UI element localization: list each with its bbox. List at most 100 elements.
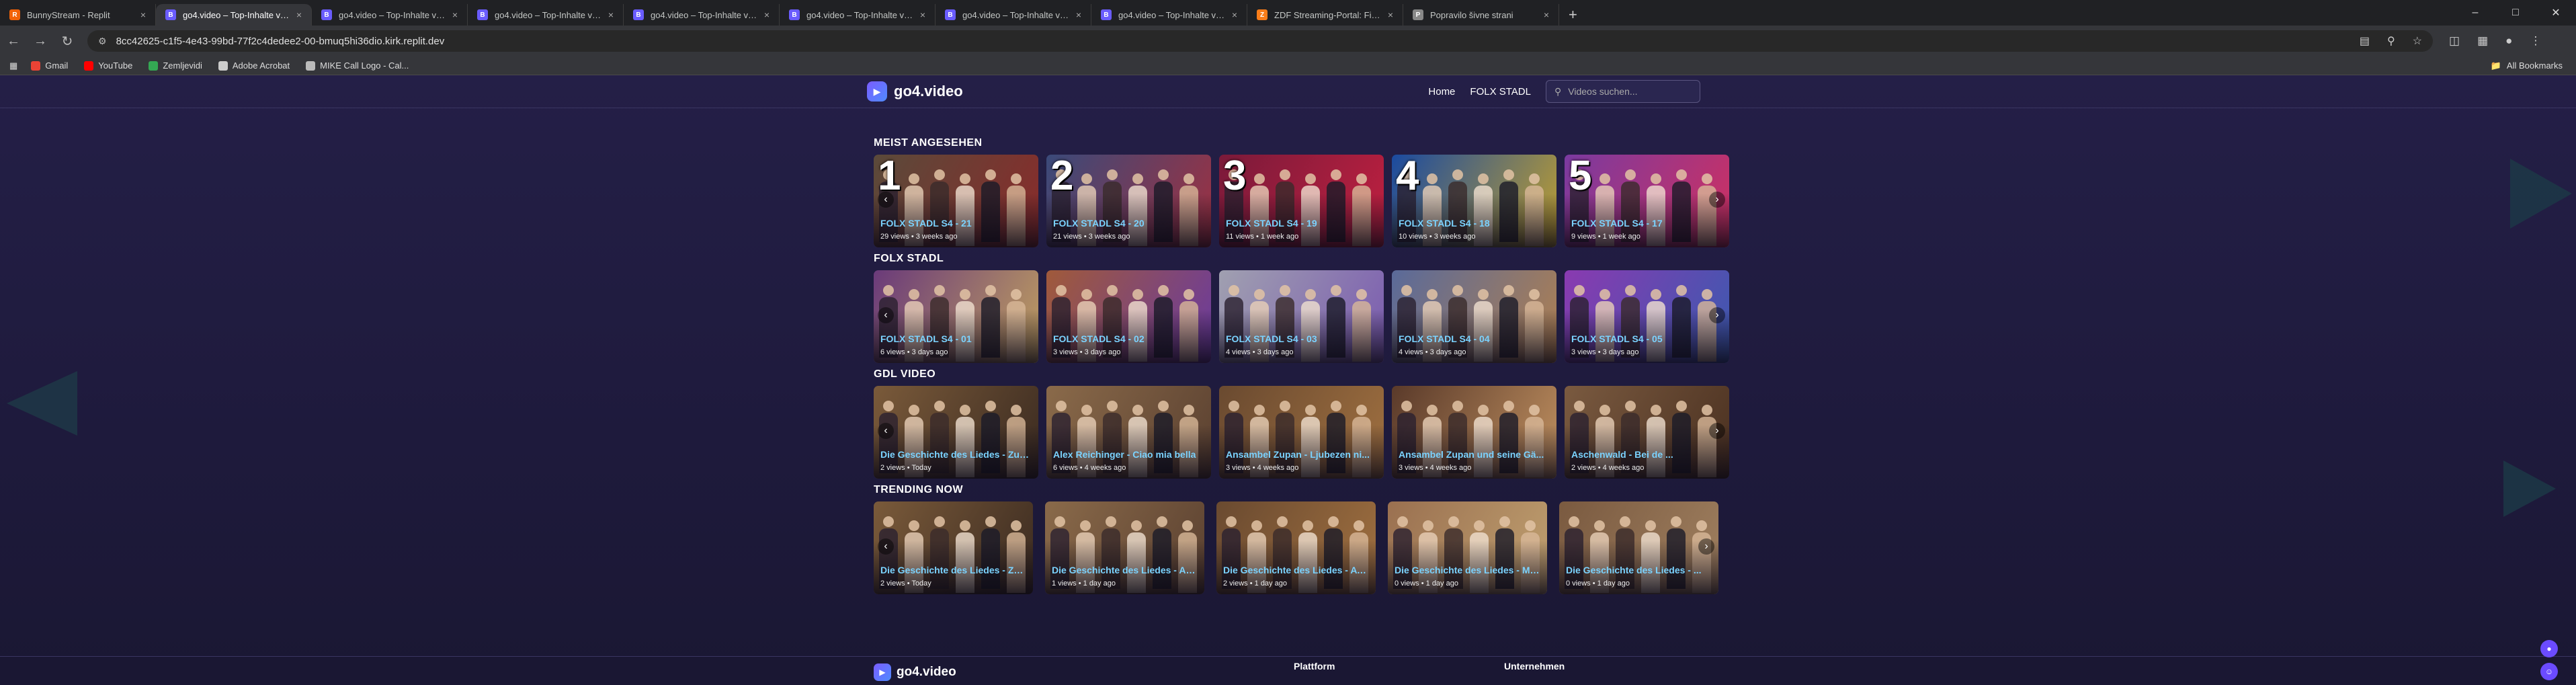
- video-card[interactable]: Die Geschichte des Liedes - Ale... 1 view…: [1045, 501, 1204, 594]
- video-title[interactable]: Ansambel Zupan - Ljubezen ni...: [1226, 449, 1377, 460]
- tab-close-icon[interactable]: ×: [920, 9, 925, 20]
- video-title[interactable]: FOLX STADL S4 - 18: [1399, 218, 1550, 229]
- video-section: GDL VIDEO Die Geschichte des Liedes - Zup…: [874, 368, 1729, 479]
- browser-tab[interactable]: P Popravilo šivne strani ×: [1403, 4, 1559, 26]
- tab-close-icon[interactable]: ×: [1544, 9, 1549, 20]
- tab-title: BunnyStream - Replit: [27, 9, 110, 20]
- tab-close-icon[interactable]: ×: [1232, 9, 1237, 20]
- video-title[interactable]: Alex Reichinger - Ciao mia bella: [1053, 449, 1204, 460]
- chat-widget-icon[interactable]: ●: [2540, 640, 2558, 657]
- browser-tab[interactable]: Bgo4.video – Top-Inhalte von Fo ×: [780, 4, 936, 26]
- video-title[interactable]: FOLX STADL S4 - 05: [1571, 333, 1722, 344]
- bookmark-item[interactable]: MIKE Call Logo - Cal...: [306, 61, 409, 71]
- video-card[interactable]: FOLX STADL S4 - 04 4 views • 3 days ago: [1392, 270, 1556, 363]
- browser-tab[interactable]: Bgo4.video – Top-Inhalte von Fo ×: [156, 4, 312, 26]
- video-card[interactable]: 5 FOLX STADL S4 - 17 9 views • 1 week ago ›: [1565, 155, 1729, 247]
- bookmark-item[interactable]: YouTube: [84, 61, 132, 71]
- carousel-prev-icon[interactable]: ‹: [878, 423, 894, 439]
- video-card[interactable]: Die Geschichte des Liedes - Mol... 0 view…: [1388, 501, 1547, 594]
- video-card[interactable]: Die Geschichte des Liedes - Zupan 2 views…: [874, 501, 1033, 594]
- video-title[interactable]: FOLX STADL S4 - 01: [880, 333, 1032, 344]
- video-title[interactable]: FOLX STADL S4 - 04: [1399, 333, 1550, 344]
- star-icon[interactable]: ☆: [2413, 34, 2422, 48]
- video-card[interactable]: FOLX STADL S4 - 02 3 views • 3 days ago: [1046, 270, 1211, 363]
- nav-home[interactable]: Home: [1428, 86, 1455, 97]
- video-card[interactable]: Ansambel Zupan und seine Gä... 3 views • …: [1392, 386, 1556, 479]
- apps-icon[interactable]: ▦: [9, 61, 17, 71]
- tab-close-icon[interactable]: ×: [140, 9, 146, 20]
- search-input[interactable]: ⚲ Videos suchen...: [1546, 80, 1700, 103]
- forward-icon[interactable]: →: [27, 34, 54, 49]
- video-title[interactable]: Ansambel Zupan und seine Gä...: [1399, 449, 1550, 460]
- video-title[interactable]: FOLX STADL S4 - 17: [1571, 218, 1722, 229]
- video-title[interactable]: FOLX STADL S4 - 21: [880, 218, 1032, 229]
- video-title[interactable]: Die Geschichte des Liedes - Zupan: [880, 565, 1026, 575]
- video-card[interactable]: Die Geschichte des Liedes - Zupan 2 views…: [874, 386, 1038, 479]
- minimize-button[interactable]: –: [2455, 0, 2495, 26]
- video-card[interactable]: FOLX STADL S4 - 01 6 views • 3 days ago ‹: [874, 270, 1038, 363]
- carousel-next-icon[interactable]: ›: [1709, 423, 1725, 439]
- browser-tab[interactable]: Bgo4.video – Top-Inhalte von Fo ×: [1091, 4, 1247, 26]
- back-icon[interactable]: ←: [0, 34, 27, 49]
- video-card[interactable]: 1 FOLX STADL S4 - 21 29 views • 3 weeks ag…: [874, 155, 1038, 247]
- carousel-prev-icon[interactable]: ‹: [878, 307, 894, 323]
- video-title[interactable]: FOLX STADL S4 - 19: [1226, 218, 1377, 229]
- video-title[interactable]: Die Geschichte des Liedes - ...: [1566, 565, 1712, 575]
- video-card[interactable]: 3 FOLX STADL S4 - 19 11 views • 1 week ago: [1219, 155, 1384, 247]
- url-field[interactable]: ⚙ 8cc42625-c1f5-4e43-99bd-77f2c4dedee2-0…: [87, 30, 2433, 52]
- browser-tab[interactable]: Bgo4.video – Top-Inhalte von Fo ×: [624, 4, 780, 26]
- new-tab-button[interactable]: +: [1559, 4, 1587, 26]
- site-info-icon[interactable]: ⚙: [98, 36, 107, 47]
- bookmark-item[interactable]: Zemljevidi: [149, 61, 202, 71]
- tab-close-icon[interactable]: ×: [608, 9, 614, 20]
- zoom-icon[interactable]: ⚲: [2387, 34, 2395, 48]
- video-title[interactable]: FOLX STADL S4 - 03: [1226, 333, 1377, 344]
- browser-tab[interactable]: Bgo4.video – Top-Inhalte von Fo ×: [312, 4, 468, 26]
- video-title[interactable]: Die Geschichte des Liedes - Ave...: [1223, 565, 1369, 575]
- browser-tab[interactable]: R BunnyStream - Replit ×: [0, 4, 156, 26]
- assistant-widget-icon[interactable]: ☺: [2540, 663, 2558, 680]
- video-title[interactable]: FOLX STADL S4 - 20: [1053, 218, 1204, 229]
- video-card[interactable]: 4 FOLX STADL S4 - 18 10 views • 3 weeks ag…: [1392, 155, 1556, 247]
- video-card[interactable]: Die Geschichte des Liedes - ... 0 views •…: [1559, 501, 1718, 594]
- tab-close-icon[interactable]: ×: [764, 9, 770, 20]
- video-title[interactable]: Die Geschichte des Liedes - Ale...: [1052, 565, 1198, 575]
- extensions-icon[interactable]: ◫: [2449, 34, 2460, 48]
- carousel-next-icon[interactable]: ›: [1698, 538, 1714, 555]
- tab-close-icon[interactable]: ×: [296, 9, 302, 20]
- tab-close-icon[interactable]: ×: [1388, 9, 1393, 20]
- bookmark-item[interactable]: Adobe Acrobat: [218, 61, 290, 71]
- footer-logo[interactable]: ▶ go4.video: [874, 663, 956, 681]
- site-logo[interactable]: ▶ go4.video: [867, 81, 963, 102]
- cast-icon[interactable]: ▤: [2360, 34, 2370, 48]
- video-title[interactable]: Aschenwald - Bei de ...: [1571, 449, 1722, 460]
- all-bookmarks-button[interactable]: 📁 All Bookmarks: [2491, 61, 2563, 71]
- menu-icon[interactable]: ⋮: [2530, 34, 2541, 48]
- maximize-button[interactable]: □: [2495, 0, 2536, 26]
- video-title[interactable]: Die Geschichte des Liedes - Zupan: [880, 449, 1032, 460]
- profile-icon[interactable]: ●: [2505, 34, 2512, 48]
- video-card[interactable]: FOLX STADL S4 - 03 4 views • 3 days ago: [1219, 270, 1384, 363]
- video-card[interactable]: Alex Reichinger - Ciao mia bella 6 views …: [1046, 386, 1211, 479]
- carousel-prev-icon[interactable]: ‹: [878, 192, 894, 208]
- browser-tab[interactable]: Z ZDF Streaming-Portal: Filme, Se ×: [1247, 4, 1403, 26]
- tab-close-icon[interactable]: ×: [1076, 9, 1081, 20]
- video-card[interactable]: Ansambel Zupan - Ljubezen ni... 3 views •…: [1219, 386, 1384, 479]
- carousel-next-icon[interactable]: ›: [1709, 192, 1725, 208]
- video-title[interactable]: Die Geschichte des Liedes - Mol...: [1395, 565, 1540, 575]
- nav-folx-stadl[interactable]: FOLX STADL: [1470, 86, 1531, 97]
- reload-icon[interactable]: ↻: [54, 33, 81, 50]
- video-title[interactable]: FOLX STADL S4 - 02: [1053, 333, 1204, 344]
- browser-tab[interactable]: Bgo4.video – Top-Inhalte von Fo ×: [936, 4, 1091, 26]
- browser-tab[interactable]: Bgo4.video – Top-Inhalte von Fo ×: [468, 4, 624, 26]
- carousel-prev-icon[interactable]: ‹: [878, 538, 894, 555]
- video-card[interactable]: Aschenwald - Bei de ... 2 views • 4 weeks…: [1565, 386, 1729, 479]
- video-card[interactable]: Die Geschichte des Liedes - Ave... 2 view…: [1216, 501, 1376, 594]
- close-window-button[interactable]: ✕: [2536, 0, 2576, 26]
- video-card[interactable]: FOLX STADL S4 - 05 3 views • 3 days ago ›: [1565, 270, 1729, 363]
- carousel-next-icon[interactable]: ›: [1709, 307, 1725, 323]
- tab-close-icon[interactable]: ×: [452, 9, 458, 20]
- sidepanel-icon[interactable]: ▦: [2477, 34, 2488, 48]
- video-card[interactable]: 2 FOLX STADL S4 - 20 21 views • 3 weeks ag…: [1046, 155, 1211, 247]
- bookmark-item[interactable]: Gmail: [31, 61, 68, 71]
